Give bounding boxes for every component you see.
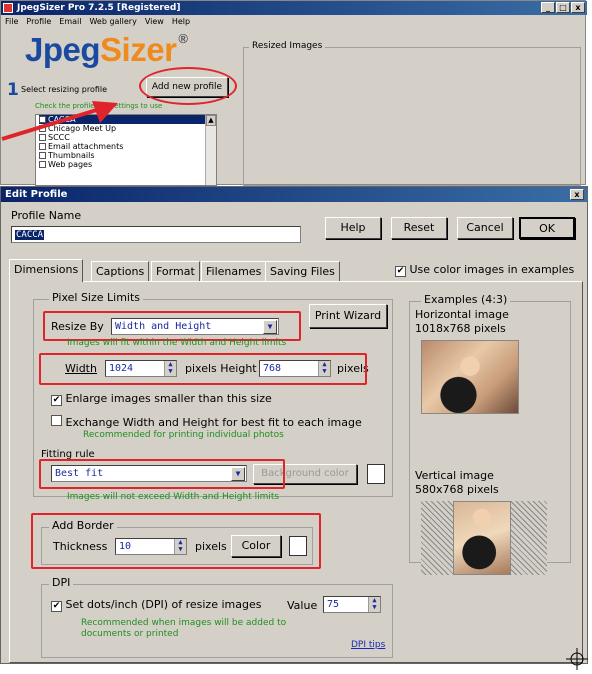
menu-email[interactable]: Email bbox=[59, 15, 81, 29]
main-window: JpegSizer Pro 7.2.5 [Registered] _ □ x F… bbox=[0, 0, 587, 186]
dialog-titlebar: Edit Profile x bbox=[1, 187, 587, 202]
highlight-fitting-rule bbox=[39, 459, 285, 489]
set-dpi-label: Set dots/inch (DPI) of resize images bbox=[65, 598, 262, 611]
menu-web-gallery[interactable]: Web gallery bbox=[89, 15, 136, 29]
use-color-checkbox[interactable]: ✔ bbox=[395, 266, 406, 277]
step-label: Select resizing profile bbox=[21, 85, 108, 94]
exceed-note: Images will not exceed Width and Height … bbox=[67, 492, 280, 502]
tab-dimensions[interactable]: Dimensions bbox=[9, 259, 84, 282]
list-item[interactable]: Web pages bbox=[39, 160, 216, 169]
use-color-checkbox-row[interactable]: ✔ Use color images in examples bbox=[395, 263, 574, 277]
vertical-image-size: 580x768 pixels bbox=[415, 483, 499, 496]
use-color-label: Use color images in examples bbox=[409, 263, 575, 276]
menu-file[interactable]: File bbox=[5, 15, 18, 29]
highlight-resize-by bbox=[43, 311, 301, 341]
profile-checkbox[interactable] bbox=[39, 161, 46, 168]
window-controls: _ □ x bbox=[541, 2, 585, 13]
menu-help[interactable]: Help bbox=[172, 15, 190, 29]
enlarge-checkbox[interactable]: ✔ bbox=[51, 395, 62, 406]
menu-profile[interactable]: Profile bbox=[26, 15, 51, 29]
tab-saving-files[interactable]: Saving Files bbox=[265, 261, 340, 281]
dpi-legend: DPI bbox=[49, 576, 74, 589]
vertical-example-image bbox=[453, 501, 511, 575]
resized-images-panel bbox=[243, 47, 581, 186]
dpi-value-label: Value bbox=[287, 599, 318, 612]
pixel-size-limits-legend: Pixel Size Limits bbox=[49, 291, 144, 304]
dpi-value-input[interactable]: 75 ▲ ▼ bbox=[323, 596, 381, 613]
exchange-label: Exchange Width and Height for best fit t… bbox=[65, 416, 362, 429]
highlight-add-profile bbox=[139, 67, 237, 105]
registration-mark-icon bbox=[566, 648, 588, 670]
highlight-border bbox=[31, 513, 321, 569]
vertical-example-frame bbox=[421, 501, 547, 575]
edit-profile-dialog: Edit Profile x Profile Name CACCA Help R… bbox=[0, 186, 588, 664]
highlight-dimensions bbox=[39, 353, 367, 385]
profile-name-label: Profile Name bbox=[11, 209, 82, 222]
exchange-row[interactable]: Exchange Width and Height for best fit t… bbox=[51, 415, 362, 429]
profile-name-input[interactable]: CACCA bbox=[11, 226, 301, 243]
print-wizard-button[interactable]: Print Wizard bbox=[309, 304, 387, 328]
app-logo: JpegSizer ® bbox=[25, 31, 188, 68]
app-icon bbox=[3, 3, 13, 13]
reset-button[interactable]: Reset bbox=[391, 217, 447, 239]
help-button[interactable]: Help bbox=[325, 217, 381, 239]
enlarge-row[interactable]: ✔ Enlarge images smaller than this size bbox=[51, 392, 272, 406]
close-button[interactable]: x bbox=[571, 2, 585, 13]
background-color-swatch[interactable] bbox=[367, 464, 385, 484]
vertical-image-title: Vertical image bbox=[415, 469, 494, 482]
enlarge-label: Enlarge images smaller than this size bbox=[65, 392, 272, 405]
main-titlebar: JpegSizer Pro 7.2.5 [Registered] _ □ x bbox=[1, 1, 587, 15]
dpi-tips-link[interactable]: DPI tips bbox=[351, 640, 385, 650]
examples-legend: Examples (4:3) bbox=[421, 293, 511, 306]
minimize-button[interactable]: _ bbox=[541, 2, 555, 13]
exchange-note: Recommended for printing individual phot… bbox=[83, 430, 284, 440]
dpi-note: Recommended when images will be added to… bbox=[81, 618, 287, 639]
horizontal-example-image bbox=[421, 340, 519, 414]
list-scrollbar[interactable]: ▲ bbox=[205, 115, 216, 185]
cancel-button[interactable]: Cancel bbox=[457, 217, 513, 239]
scroll-up-icon[interactable]: ▲ bbox=[206, 115, 216, 126]
tab-format[interactable]: Format bbox=[151, 261, 200, 281]
exchange-checkbox[interactable] bbox=[51, 415, 62, 426]
fit-note: Images will fit within the Width and Hei… bbox=[67, 338, 287, 348]
set-dpi-checkbox[interactable]: ✔ bbox=[51, 601, 62, 612]
dialog-close-button[interactable]: x bbox=[570, 189, 584, 200]
main-title: JpegSizer Pro 7.2.5 [Registered] bbox=[17, 3, 181, 13]
maximize-button[interactable]: □ bbox=[556, 2, 570, 13]
ok-button[interactable]: OK bbox=[519, 217, 575, 239]
horizontal-image-size: 1018x768 pixels bbox=[415, 322, 506, 335]
resized-images-label: Resized Images bbox=[249, 41, 326, 51]
menu-view[interactable]: View bbox=[145, 15, 164, 29]
dpi-row[interactable]: ✔ Set dots/inch (DPI) of resize images bbox=[51, 598, 261, 612]
dialog-title: Edit Profile bbox=[5, 189, 68, 200]
dpi-spinner-icon[interactable]: ▲ ▼ bbox=[368, 597, 380, 612]
annotation-arrow-icon bbox=[1, 101, 118, 141]
menu-bar: File Profile Email Web gallery View Help bbox=[1, 15, 190, 29]
tab-filenames[interactable]: Filenames bbox=[201, 261, 267, 281]
tab-captions[interactable]: Captions bbox=[91, 261, 150, 281]
horizontal-image-title: Horizontal image bbox=[415, 308, 509, 321]
